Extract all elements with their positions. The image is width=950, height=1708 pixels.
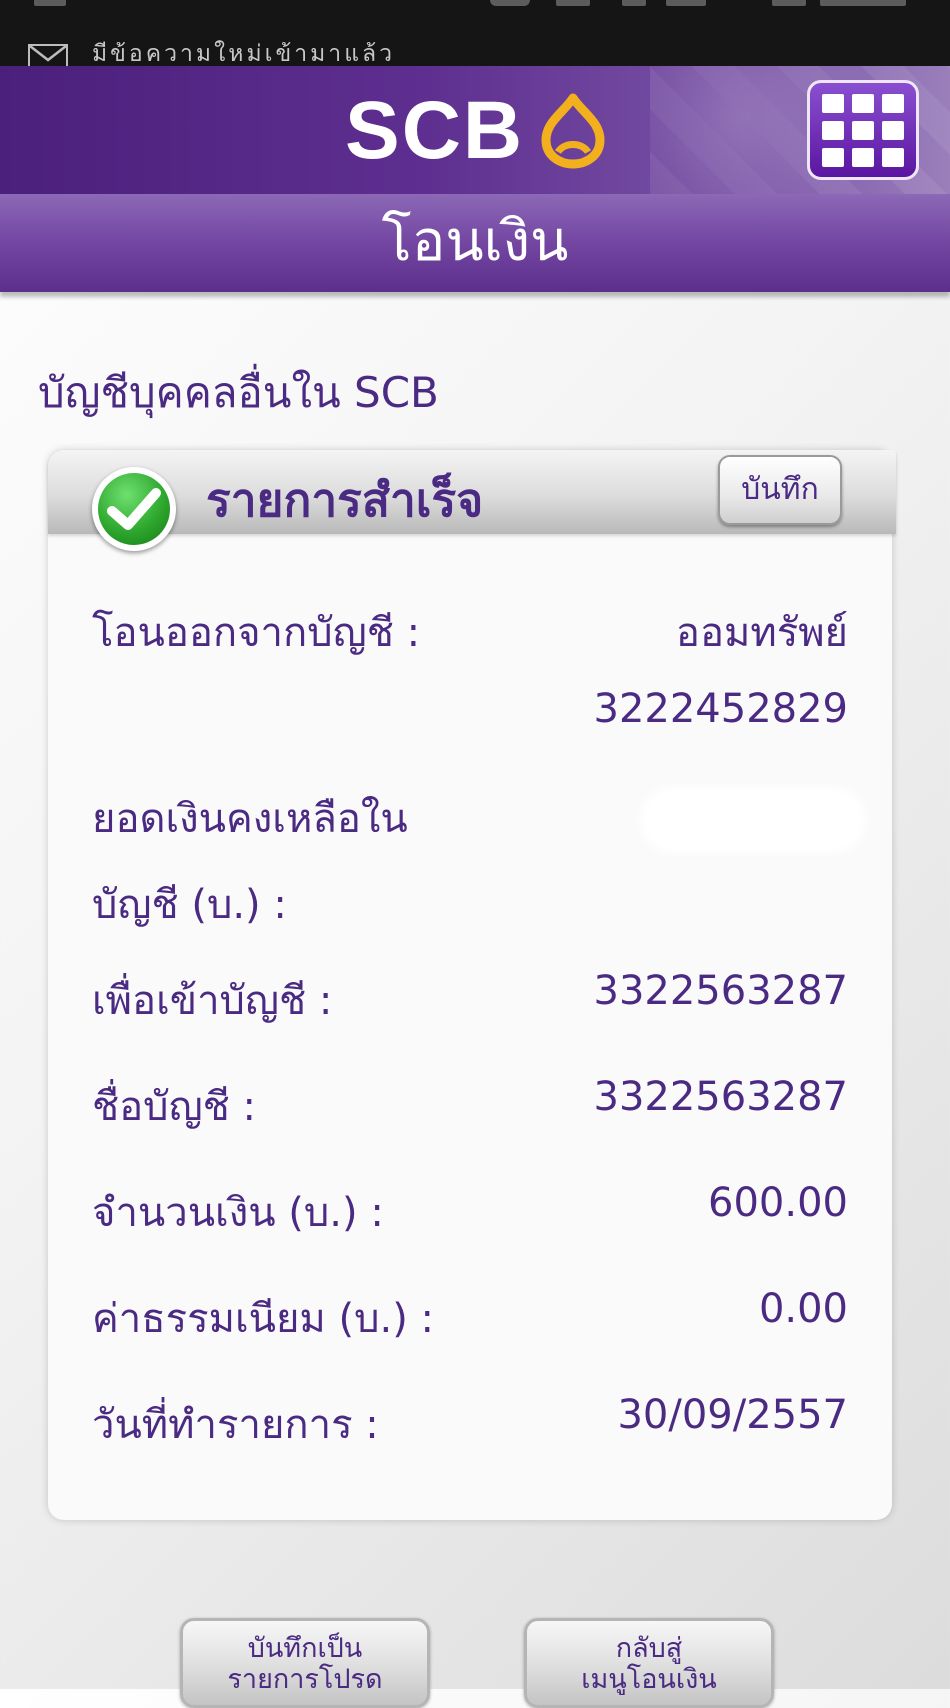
account-name-label: ชื่อบัญชี : (92, 1084, 256, 1130)
balance-label-unit: บัญชี (บ.) : (92, 882, 287, 928)
balance-redacted (646, 793, 860, 847)
back-label-line1: กลับสู่ (615, 1633, 683, 1664)
amount-value: 600.00 (708, 1180, 848, 1226)
account-name-value: 3322563287 (593, 1074, 849, 1120)
back-label-line2: เมนูโอนเงิน (581, 1664, 717, 1696)
from-account-label: โอนออกจากบัญชี : (92, 610, 421, 656)
title-bar: โอนเงิน (0, 194, 950, 292)
transfer-result-card: รายการสำเร็จ บันทึก โอนออกจากบัญชี : ออม… (48, 450, 896, 1520)
save-favorite-label-line2: รายการโปรด (227, 1664, 383, 1696)
amount-label: จำนวนเงิน (บ.) : (92, 1190, 384, 1236)
section-title: บัญชีบุคคลอื่นใน SCB (38, 368, 439, 417)
scb-lotus-icon (534, 92, 612, 174)
status-bar: มีข้อความใหม่เข้ามาแล้ว (0, 0, 950, 67)
logo-text: SCB (345, 85, 525, 176)
save-favorite-label-line1: บันทึกเป็น (247, 1633, 363, 1664)
date-label: วันที่ทำรายการ : (92, 1402, 379, 1448)
scb-logo: SCB (345, 88, 612, 174)
to-account-value: 3322563287 (593, 968, 849, 1014)
from-account-number: 3222452829 (593, 686, 849, 732)
grid-menu-icon[interactable] (807, 80, 919, 180)
status-icons-cut (0, 0, 950, 12)
result-header: รายการสำเร็จ บันทึก (48, 450, 896, 551)
check-circle-icon (92, 467, 176, 551)
fee-value: 0.00 (758, 1286, 848, 1332)
save-favorite-button[interactable]: บันทึกเป็น รายการโปรด (180, 1618, 430, 1708)
page-title: โอนเงิน (381, 209, 569, 274)
balance-label: ยอดเงินคงเหลือใน (92, 796, 408, 842)
mail-icon (28, 44, 68, 66)
back-to-transfer-menu-button[interactable]: กลับสู่ เมนูโอนเงิน (524, 1618, 774, 1708)
from-account-type: ออมทรัพย์ (675, 610, 848, 656)
fee-label: ค่าธรรมเนียม (บ.) : (92, 1296, 435, 1342)
app-header: SCB (0, 66, 950, 194)
to-account-label: เพื่อเข้าบัญชี : (92, 978, 333, 1024)
save-button[interactable]: บันทึก (718, 455, 842, 525)
date-value: 30/09/2557 (617, 1392, 848, 1438)
status-text: รายการสำเร็จ (206, 473, 484, 527)
